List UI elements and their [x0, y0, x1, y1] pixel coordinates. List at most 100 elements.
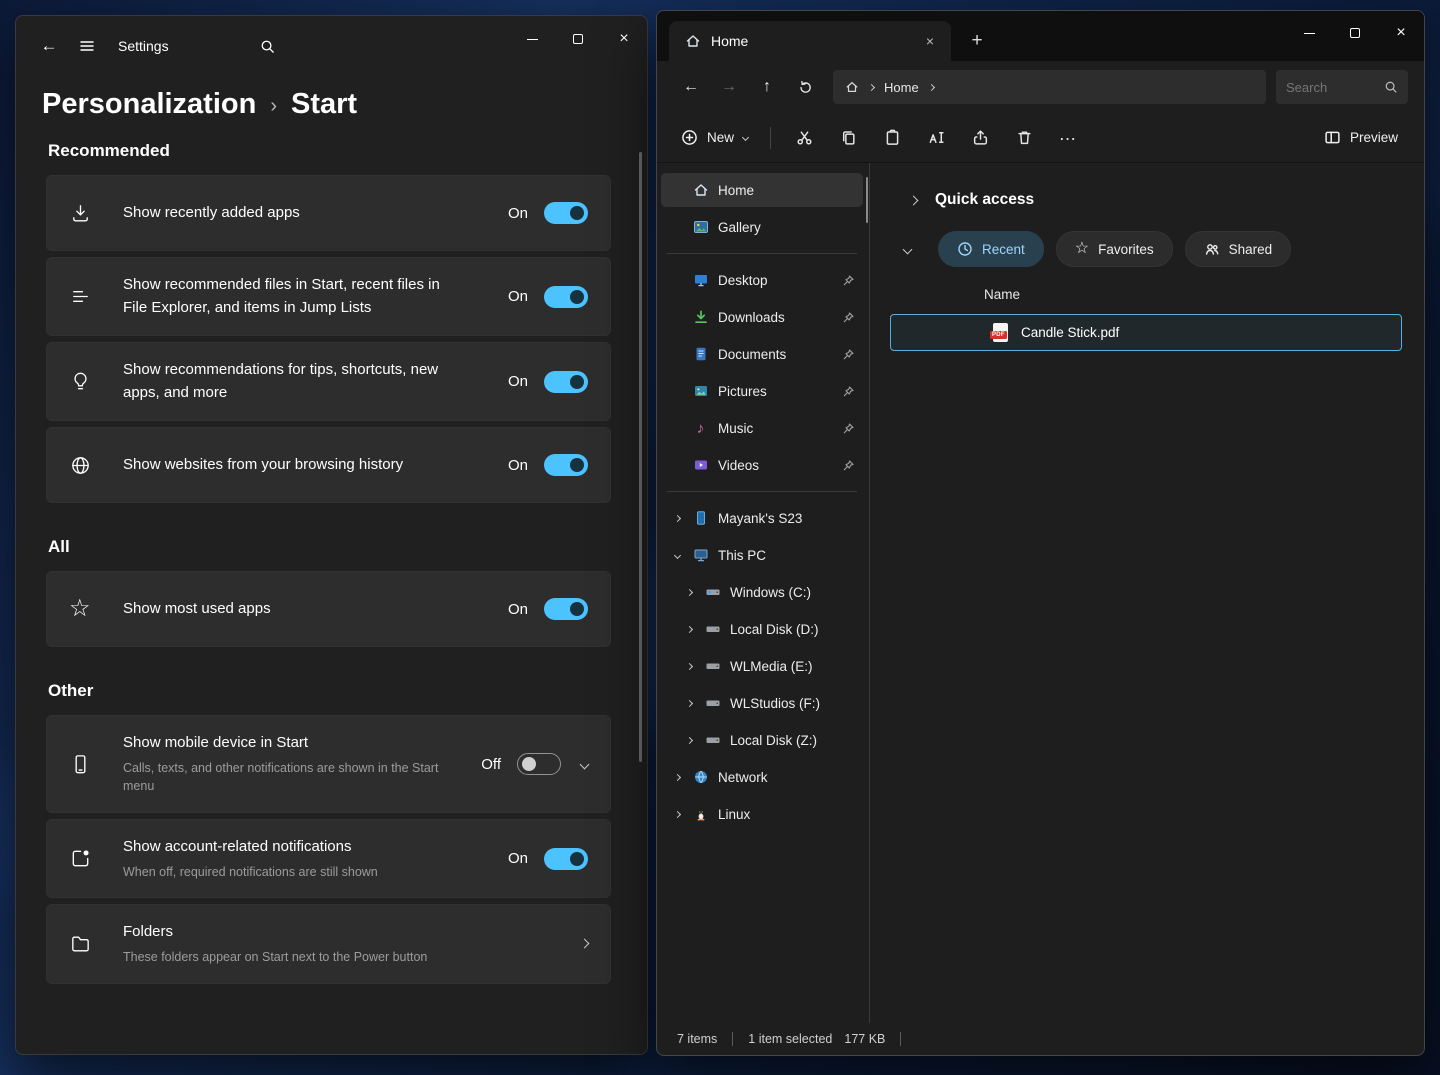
column-header-name[interactable]: Name: [984, 287, 1404, 302]
chevron-right-icon: [928, 83, 935, 90]
address-bar[interactable]: Home: [833, 70, 1266, 104]
chevron-down-icon[interactable]: [673, 551, 680, 558]
share-button[interactable]: [959, 120, 1001, 156]
chevron-down-icon[interactable]: [580, 759, 590, 769]
close-button[interactable]: ×: [601, 16, 647, 62]
sidebar-item-phone[interactable]: Mayank's S23: [661, 501, 863, 535]
setting-card-folders[interactable]: Folders These folders appear on Start ne…: [46, 904, 611, 983]
setting-title: Folders: [123, 921, 427, 944]
copy-button[interactable]: [827, 120, 869, 156]
toggle-switch[interactable]: [544, 202, 588, 224]
toggle-switch[interactable]: [517, 753, 561, 775]
toggle-switch[interactable]: [544, 848, 588, 870]
rename-button[interactable]: [915, 120, 957, 156]
toggle-switch[interactable]: [544, 371, 588, 393]
sidebar-item-downloads[interactable]: Downloads: [661, 300, 863, 334]
refresh-button[interactable]: [787, 71, 823, 103]
chevron-right-icon[interactable]: [673, 810, 680, 817]
home-icon: [845, 80, 859, 94]
sidebar-item-drive-c[interactable]: Windows (C:): [661, 575, 863, 609]
quick-access-header[interactable]: Quick access: [888, 177, 1404, 217]
cut-button[interactable]: [783, 120, 825, 156]
chevron-right-icon[interactable]: [673, 773, 680, 780]
toggle-switch[interactable]: [544, 598, 588, 620]
new-tab-button[interactable]: +: [961, 26, 993, 56]
delete-button[interactable]: [1003, 120, 1045, 156]
explorer-sidebar: Home Gallery Desktop: [657, 163, 870, 1023]
preview-button[interactable]: Preview: [1312, 120, 1410, 156]
setting-title: Show recently added apps: [123, 202, 300, 225]
sidebar-item-pictures[interactable]: Pictures: [661, 374, 863, 408]
sidebar-item-desktop[interactable]: Desktop: [661, 263, 863, 297]
chevron-right-icon[interactable]: [909, 195, 919, 205]
filter-pill-recent[interactable]: Recent: [938, 231, 1044, 267]
chevron-right-icon[interactable]: [685, 736, 692, 743]
toggle-switch[interactable]: [544, 286, 588, 308]
sidebar-item-home[interactable]: Home: [661, 173, 863, 207]
close-button[interactable]: ×: [1378, 11, 1424, 55]
toggle-knob: [570, 290, 584, 304]
nav-up-button[interactable]: ↑: [749, 71, 785, 103]
sidebar-scrollbar[interactable]: [866, 177, 869, 223]
setting-card-recently-added: Show recently added apps On: [46, 175, 611, 251]
paste-button[interactable]: [871, 120, 913, 156]
filter-pill-favorites[interactable]: ☆ Favorites: [1056, 231, 1173, 267]
scissors-icon: [796, 129, 813, 146]
new-button[interactable]: New: [671, 120, 758, 156]
toggle-state-label: Off: [481, 756, 501, 773]
address-crumb-home[interactable]: Home: [884, 80, 919, 95]
minimize-button[interactable]: [1286, 11, 1332, 55]
maximize-button[interactable]: [555, 16, 601, 62]
close-icon: ×: [619, 30, 628, 48]
sidebar-item-drive-z[interactable]: Local Disk (Z:): [661, 723, 863, 757]
settings-scrollbar[interactable]: [639, 152, 642, 762]
toggle-switch[interactable]: [544, 454, 588, 476]
setting-card-recommended-files: Show recommended files in Start, recent …: [46, 257, 611, 336]
chevron-right-icon[interactable]: [673, 514, 680, 521]
file-row-selected[interactable]: Candle Stick.pdf: [890, 314, 1402, 351]
sidebar-item-drive-d[interactable]: Local Disk (D:): [661, 612, 863, 646]
nav-back-button[interactable]: ←: [673, 71, 709, 103]
explorer-search-box[interactable]: [1276, 70, 1408, 104]
section-heading-other: Other: [48, 681, 611, 701]
chevron-right-icon[interactable]: [685, 699, 692, 706]
chevron-down-icon: [742, 134, 749, 141]
chevron-right-icon[interactable]: [685, 662, 692, 669]
sidebar-item-gallery[interactable]: Gallery: [661, 210, 863, 244]
chevron-right-icon[interactable]: [685, 588, 692, 595]
sidebar-item-this-pc[interactable]: This PC: [661, 538, 863, 572]
breadcrumb-personalization[interactable]: Personalization: [42, 88, 256, 121]
home-icon: [685, 33, 701, 49]
nav-forward-button[interactable]: →: [711, 71, 747, 103]
sidebar-item-music[interactable]: ♪ Music: [661, 411, 863, 445]
minimize-button[interactable]: [509, 16, 555, 62]
sidebar-item-drive-e[interactable]: WLMedia (E:): [661, 649, 863, 683]
pin-icon: [842, 274, 855, 287]
home-icon: [692, 182, 709, 198]
explorer-tab-home[interactable]: Home ×: [669, 21, 951, 61]
sidebar-item-network[interactable]: Network: [661, 760, 863, 794]
tab-label: Home: [711, 33, 907, 49]
sidebar-item-videos[interactable]: Videos: [661, 448, 863, 482]
setting-title: Show recommended files in Start, recent …: [123, 274, 467, 319]
sidebar-item-documents[interactable]: Documents: [661, 337, 863, 371]
setting-title: Show account-related notifications: [123, 836, 378, 859]
search-input[interactable]: [1286, 80, 1378, 95]
maximize-button[interactable]: [1332, 11, 1378, 55]
downloads-icon: [692, 309, 709, 325]
more-options-button[interactable]: …: [1047, 120, 1089, 156]
sidebar-item-linux[interactable]: Linux: [661, 797, 863, 831]
settings-search-button[interactable]: [249, 29, 287, 63]
maximize-icon: [1350, 28, 1360, 38]
hamburger-menu-button[interactable]: [68, 29, 106, 63]
tab-close-button[interactable]: ×: [917, 29, 943, 53]
chevron-right-icon[interactable]: [685, 625, 692, 632]
filter-pill-shared[interactable]: Shared: [1185, 231, 1292, 267]
explorer-toolbar: New: [657, 113, 1424, 163]
items-count: 7 items: [677, 1032, 717, 1046]
sidebar-item-drive-f[interactable]: WLStudios (F:): [661, 686, 863, 720]
toggle-state-label: On: [508, 373, 528, 390]
address-bar-row: ← → ↑ Home: [657, 61, 1424, 113]
back-button[interactable]: ←: [30, 29, 68, 63]
chevron-down-icon[interactable]: [902, 244, 912, 254]
